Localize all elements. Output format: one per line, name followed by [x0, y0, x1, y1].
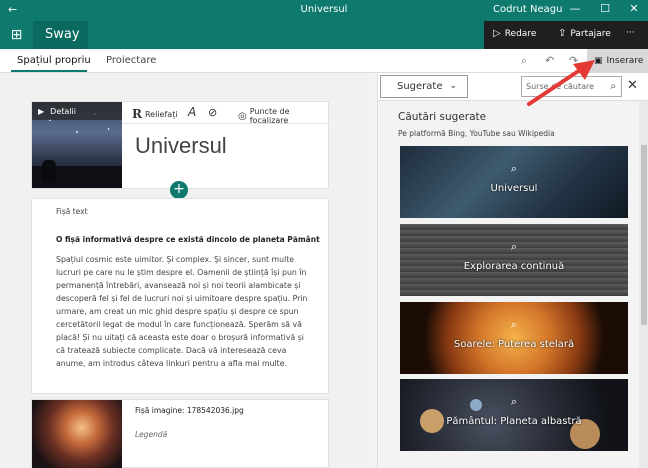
- text-card-body[interactable]: Spațiul cosmic este uimitor. Și complex.…: [56, 253, 314, 370]
- tab-storyline[interactable]: Spațiul propriu: [17, 55, 91, 66]
- image-card-label: Fișă imagine: 178542036.jpg: [135, 406, 244, 415]
- search-icon: ⌕: [510, 240, 518, 253]
- dropdown-value: Sugerate: [397, 81, 443, 92]
- caret-right-icon: ▶: [38, 106, 45, 116]
- link-icon[interactable]: ⊘: [208, 106, 217, 119]
- suggestion-tile[interactable]: ⌕ Universul: [400, 146, 628, 218]
- image-card[interactable]: Fișă imagine: 178542036.jpg Legendă: [31, 399, 329, 468]
- bold-icon: R: [132, 107, 142, 121]
- text-card[interactable]: Fișă text O fișă informativă despre ce e…: [31, 198, 329, 394]
- search-icon: ⌕: [510, 318, 518, 331]
- people-silhouette: [42, 160, 56, 182]
- pane-scrollbar[interactable]: [639, 101, 648, 468]
- emphasize-button[interactable]: R Reliefați: [132, 107, 178, 121]
- user-name[interactable]: Codrut Neagu: [493, 4, 562, 15]
- insert-pane: Sugerate ⌄ Surse de căutare ⌕ ✕ Căutări …: [377, 73, 648, 468]
- image-caption-field[interactable]: Legendă: [135, 430, 167, 439]
- details-button[interactable]: ▶ Detalii: [32, 102, 122, 120]
- suggestion-label: Explorarea continuă: [463, 261, 565, 272]
- suggestion-tile[interactable]: ⌕ Explorarea continuă: [400, 224, 628, 296]
- suggestion-label: Soarele: Puterea stelară: [453, 339, 575, 350]
- search-icon: ⌕: [510, 162, 518, 175]
- insert-label: Inserare: [606, 56, 644, 66]
- active-tab-indicator: [11, 70, 87, 72]
- share-icon: ⇪: [558, 28, 567, 39]
- add-card-button[interactable]: +: [170, 181, 188, 199]
- play-label: Redare: [504, 28, 537, 39]
- app-bar: ⊞ Sway ▷ Redare ⇪ Partajare ···: [0, 21, 648, 49]
- text-card-heading[interactable]: O fișă informativă despre ce există dinc…: [56, 235, 320, 244]
- suggested-searches-subtitle: Pe platformă Bing, YouTube sau Wikipedia: [398, 129, 555, 138]
- play-icon: ▷: [493, 28, 501, 39]
- share-label: Partajare: [570, 28, 611, 39]
- title-card[interactable]: ▶ Detalii R Reliefați A ⊘ ◎ Puncte de fo…: [31, 101, 329, 189]
- pane-header: Sugerate ⌄ Surse de căutare ⌕ ✕: [378, 73, 648, 101]
- nebula-image[interactable]: [32, 400, 122, 468]
- tab-design[interactable]: Proiectare: [106, 55, 156, 66]
- more-button[interactable]: ···: [626, 28, 635, 38]
- search-icon: ⌕: [510, 395, 518, 408]
- close-window-icon[interactable]: ✕: [624, 2, 644, 15]
- focus-icon: ◎: [238, 110, 247, 122]
- search-icon[interactable]: ⌕: [610, 77, 616, 96]
- emphasize-label: Reliefați: [144, 109, 178, 119]
- text-card-label: Fișă text: [56, 207, 88, 216]
- suggestion-label: Pământul: Planeta albastră: [446, 416, 582, 427]
- app-launcher-icon[interactable]: ⊞: [0, 21, 33, 49]
- focus-points-label: Puncte de focalizare: [249, 107, 290, 125]
- chevron-down-icon: ⌄: [449, 81, 457, 91]
- maximize-icon[interactable]: ☐: [595, 2, 615, 15]
- app-name[interactable]: Sway: [36, 21, 88, 49]
- suggestion-tile[interactable]: ⌕ Pământul: Planeta albastră: [400, 379, 628, 451]
- font-icon[interactable]: A: [188, 105, 196, 119]
- title-bar: ← Universul Codrut Neagu — ☐ ✕: [0, 0, 648, 21]
- title-background-image[interactable]: ▶ Detalii: [32, 102, 122, 188]
- title-text[interactable]: Universul: [135, 133, 227, 159]
- share-button[interactable]: ⇪ Partajare: [558, 28, 611, 39]
- suggested-searches-title: Căutări sugerate: [398, 111, 487, 123]
- scrollbar-thumb[interactable]: [641, 145, 647, 325]
- command-bar: ▷ Redare ⇪ Partajare ···: [484, 21, 648, 49]
- storyline: ▶ Detalii R Reliefați A ⊘ ◎ Puncte de fo…: [0, 73, 370, 468]
- minimize-icon[interactable]: —: [565, 2, 585, 15]
- source-dropdown[interactable]: Sugerate ⌄: [380, 75, 468, 98]
- annotation-arrow: [527, 60, 595, 106]
- suggestion-label: Universul: [490, 183, 538, 194]
- details-label: Detalii: [50, 106, 76, 116]
- close-pane-icon[interactable]: ✕: [627, 78, 638, 93]
- suggestion-tile[interactable]: ⌕ Soarele: Puterea stelară: [400, 302, 628, 374]
- play-button[interactable]: ▷ Redare: [493, 28, 536, 39]
- title-card-toolbar: R Reliefați A ⊘ ◎ Puncte de focalizare: [122, 102, 329, 125]
- focus-points-button[interactable]: ◎ Puncte de focalizare: [238, 107, 329, 125]
